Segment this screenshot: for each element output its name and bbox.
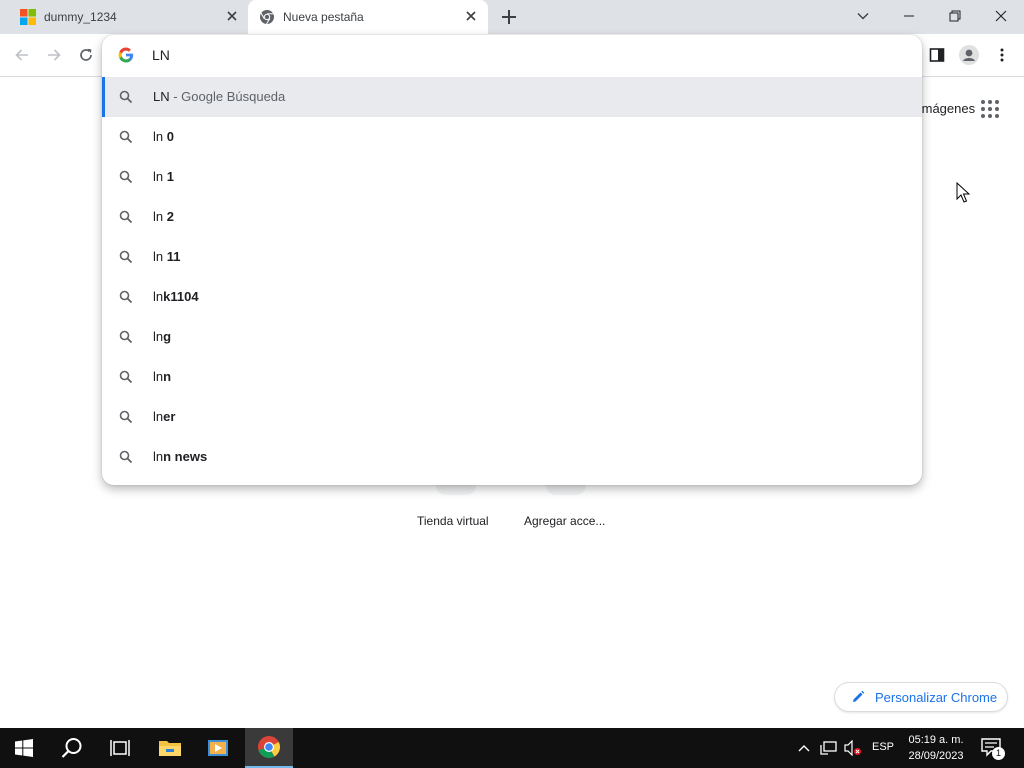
omnibox-input[interactable]: LN xyxy=(152,47,170,63)
suggestion-item[interactable]: ln 0 xyxy=(102,117,922,157)
notification-count-badge: 1 xyxy=(992,747,1005,760)
back-button[interactable] xyxy=(11,44,33,66)
media-player-button[interactable] xyxy=(194,728,242,768)
suggestion-text: lner xyxy=(153,409,176,424)
suggestion-item[interactable]: lnk1104 xyxy=(102,277,922,317)
search-icon xyxy=(119,290,133,304)
folder-icon xyxy=(159,741,181,756)
tab-strip: dummy_1234 Nueva pestaña xyxy=(0,0,1024,34)
suggestion-item[interactable]: ln 1 xyxy=(102,157,922,197)
search-icon xyxy=(119,90,133,104)
arrow-left-icon xyxy=(15,49,28,61)
media-player-icon xyxy=(208,740,228,756)
minimize-button[interactable] xyxy=(886,0,932,32)
profile-avatar-icon xyxy=(959,45,979,65)
suggestion-text: ln 0 xyxy=(153,129,174,144)
suggestion-text: ln 2 xyxy=(153,209,174,224)
notifications-button[interactable]: 1 xyxy=(980,736,1006,762)
reload-button[interactable] xyxy=(75,44,97,66)
search-taskbar-button[interactable] xyxy=(48,728,96,768)
google-g-icon xyxy=(118,47,134,63)
tab-search-button[interactable] xyxy=(840,0,886,32)
forward-button[interactable] xyxy=(43,44,65,66)
omnibox-dropdown: LN LN - Google Búsqueda ln 0 ln 1 ln 2 l… xyxy=(102,35,922,485)
pencil-icon xyxy=(853,690,865,702)
chrome-taskbar-button[interactable] xyxy=(245,728,293,768)
side-panel-button[interactable] xyxy=(926,44,948,66)
network-icon[interactable] xyxy=(820,740,838,756)
reload-icon xyxy=(80,48,92,61)
close-window-button[interactable] xyxy=(978,0,1024,32)
clock-time: 05:19 a. m. xyxy=(908,734,964,746)
suggestion-text: ln 1 xyxy=(153,169,174,184)
suggestion-item[interactable]: lnn news xyxy=(102,437,922,477)
close-icon xyxy=(995,10,1007,22)
suggestion-text: LN - Google Búsqueda xyxy=(153,89,286,104)
side-panel-icon xyxy=(929,48,945,62)
windows-logo-icon xyxy=(20,9,36,25)
suggestion-text: ln 11 xyxy=(153,249,181,264)
customize-chrome-button[interactable]: Personalizar Chrome xyxy=(834,682,1008,712)
search-icon xyxy=(119,130,133,144)
suggestion-text: lnn xyxy=(153,369,172,384)
close-tab-icon[interactable] xyxy=(463,8,479,24)
suggestion-item[interactable]: lnn xyxy=(102,357,922,397)
close-tab-icon[interactable] xyxy=(224,8,240,24)
new-tab-plus-icon[interactable] xyxy=(499,7,519,27)
google-apps-icon[interactable] xyxy=(980,99,1000,119)
search-icon xyxy=(119,250,133,264)
customize-chrome-label: Personalizar Chrome xyxy=(875,690,998,705)
restore-icon xyxy=(949,10,961,22)
mouse-cursor-icon xyxy=(956,182,970,203)
suggestion-text: lng xyxy=(153,329,172,344)
shortcut-tile[interactable] xyxy=(436,485,476,495)
language-indicator[interactable]: ESP xyxy=(872,741,894,753)
suggestion-item[interactable]: LN - Google Búsqueda xyxy=(102,77,922,117)
shortcut-tile[interactable] xyxy=(546,485,586,495)
clock-date: 28/09/2023 xyxy=(908,750,964,762)
tab-dummy[interactable]: dummy_1234 xyxy=(0,0,246,34)
taskbar-clock[interactable]: 05:19 a. m. 28/09/2023 xyxy=(898,732,974,764)
search-icon xyxy=(119,170,133,184)
search-icon xyxy=(119,450,133,464)
suggestion-item[interactable]: ln 11 xyxy=(102,237,922,277)
chevron-up-icon[interactable] xyxy=(797,742,811,754)
suggestion-item[interactable]: lner xyxy=(102,397,922,437)
suggestion-item[interactable]: ln 2 xyxy=(102,197,922,237)
profile-button[interactable] xyxy=(958,44,980,66)
search-icon xyxy=(119,330,133,344)
suggestion-text: lnk1104 xyxy=(153,289,199,304)
suggestion-text: lnn news xyxy=(153,449,208,464)
search-icon xyxy=(119,370,133,384)
chrome-icon xyxy=(260,10,274,25)
windows-start-icon xyxy=(15,739,33,757)
tab-nueva-pestana[interactable]: Nueva pestaña xyxy=(248,0,488,34)
suggestion-item[interactable]: lng xyxy=(102,317,922,357)
more-vert-icon xyxy=(1000,48,1004,62)
search-icon xyxy=(119,410,133,424)
chrome-icon xyxy=(258,736,280,758)
arrow-right-icon xyxy=(48,49,61,61)
windows-taskbar: ESP 1 xyxy=(0,728,1024,768)
search-icon xyxy=(61,738,82,758)
menu-button[interactable] xyxy=(991,44,1013,66)
shortcut-label-agregar[interactable]: Agregar acce... xyxy=(524,514,605,528)
chevron-down-icon xyxy=(857,13,869,20)
tab-title: dummy_1234 xyxy=(44,10,117,24)
search-icon xyxy=(119,210,133,224)
volume-muted-icon[interactable] xyxy=(844,740,862,756)
tab-title: Nueva pestaña xyxy=(283,10,364,24)
shortcut-label-tienda[interactable]: Tienda virtual xyxy=(417,514,489,528)
omnibox-input-row[interactable]: LN xyxy=(102,35,922,76)
start-button[interactable] xyxy=(0,728,48,768)
file-explorer-button[interactable] xyxy=(146,728,194,768)
task-view-icon xyxy=(110,740,130,756)
restore-button[interactable] xyxy=(932,0,978,32)
task-view-button[interactable] xyxy=(96,728,144,768)
minimize-icon xyxy=(904,15,914,17)
images-link[interactable]: Imágenes xyxy=(918,101,975,116)
